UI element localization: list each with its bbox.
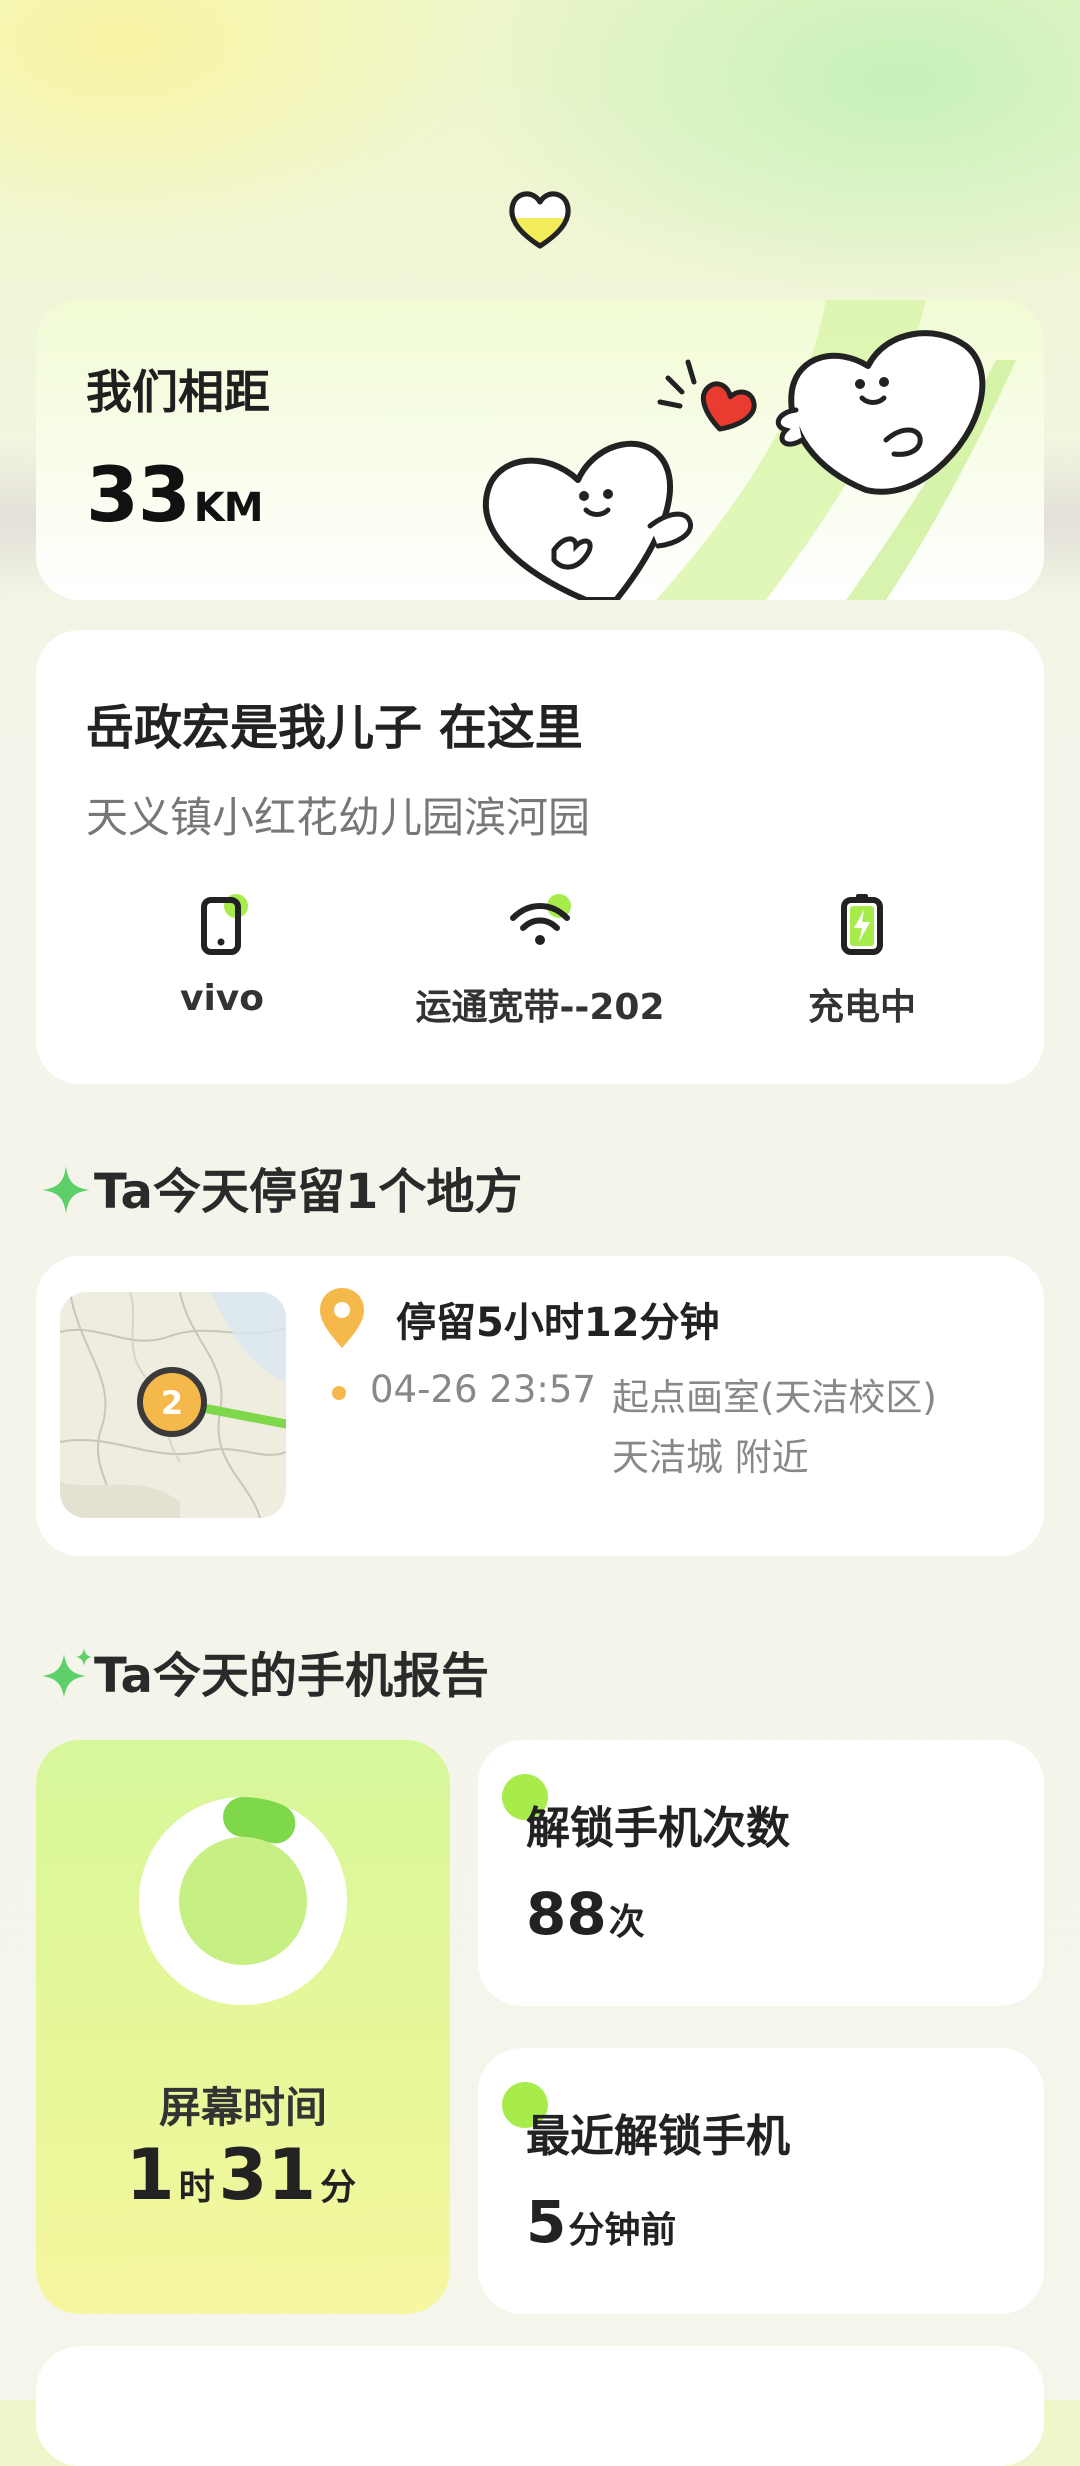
location-card[interactable]: 岳政宏是我儿子 在这里 天义镇小红花幼儿园滨河园 vivo 运通宽带--202 …	[36, 630, 1044, 1084]
stay-duration: 停留5小时12分钟	[396, 1300, 720, 1346]
device-status: vivo	[62, 892, 382, 1019]
screen-time-card[interactable]: 屏幕时间 1 时31 分	[36, 1740, 450, 2314]
report-section-title: Ta今天的手机报告	[40, 1636, 489, 1706]
last-unlock-value: 5分钟前	[526, 2188, 677, 2256]
location-title: 岳政宏是我儿子 在这里	[86, 700, 583, 756]
distance-card[interactable]: 我们相距 33 KM	[36, 300, 1044, 600]
last-unlock-card[interactable]: 最近解锁手机 5分钟前	[478, 2048, 1044, 2314]
distance-value: 33 KM	[86, 450, 264, 539]
distance-unit: KM	[193, 485, 264, 531]
stay-card[interactable]: 2 停留5小时12分钟 04-26 23:57 起点画室(天洁校区)天洁城 附近	[36, 1256, 1044, 1556]
map-thumbnail[interactable]: 2	[60, 1292, 286, 1518]
stay-time: 04-26 23:57	[370, 1368, 596, 1411]
wifi-name: 运通宽带--202	[415, 987, 665, 1028]
unlock-count-label: 解锁手机次数	[526, 1803, 790, 1854]
battery-status: 充电中	[702, 892, 1022, 1030]
battery-state: 充电中	[807, 987, 916, 1028]
battery-charging-icon	[841, 894, 883, 955]
timeline-dot	[332, 1386, 346, 1400]
sparkle-icon	[42, 1166, 90, 1214]
sparkle-icon	[42, 1648, 92, 1698]
wifi-status: 运通宽带--202	[380, 892, 700, 1030]
hugging-hearts-illustration	[482, 330, 986, 600]
stay-place: 起点画室(天洁校区)天洁城 附近	[612, 1376, 937, 1479]
unlock-count-card[interactable]: 解锁手机次数 88次	[478, 1740, 1044, 2006]
location-pin-icon	[320, 1288, 364, 1348]
wifi-icon	[510, 894, 571, 945]
location-address: 天义镇小红花幼儿园滨河园	[86, 793, 591, 842]
unlock-count-value: 88次	[526, 1880, 645, 1948]
stay-section-title: Ta今天停留1个地方	[40, 1152, 522, 1222]
app-heart-logo-icon	[509, 191, 571, 249]
next-card-partial[interactable]	[36, 2346, 1044, 2466]
phone-icon	[201, 894, 248, 955]
screen-time-progress-arc	[223, 1797, 296, 1844]
last-unlock-label: 最近解锁手机	[526, 2111, 790, 2162]
device-name: vivo	[179, 978, 264, 1019]
distance-label: 我们相距	[86, 365, 270, 419]
map-marker-number: 2	[161, 1384, 183, 1422]
screen-time-ring	[139, 1797, 347, 2005]
screen-time-label: 屏幕时间	[158, 2083, 327, 2132]
screen-time-value: 1 时31 分	[125, 2134, 357, 2216]
